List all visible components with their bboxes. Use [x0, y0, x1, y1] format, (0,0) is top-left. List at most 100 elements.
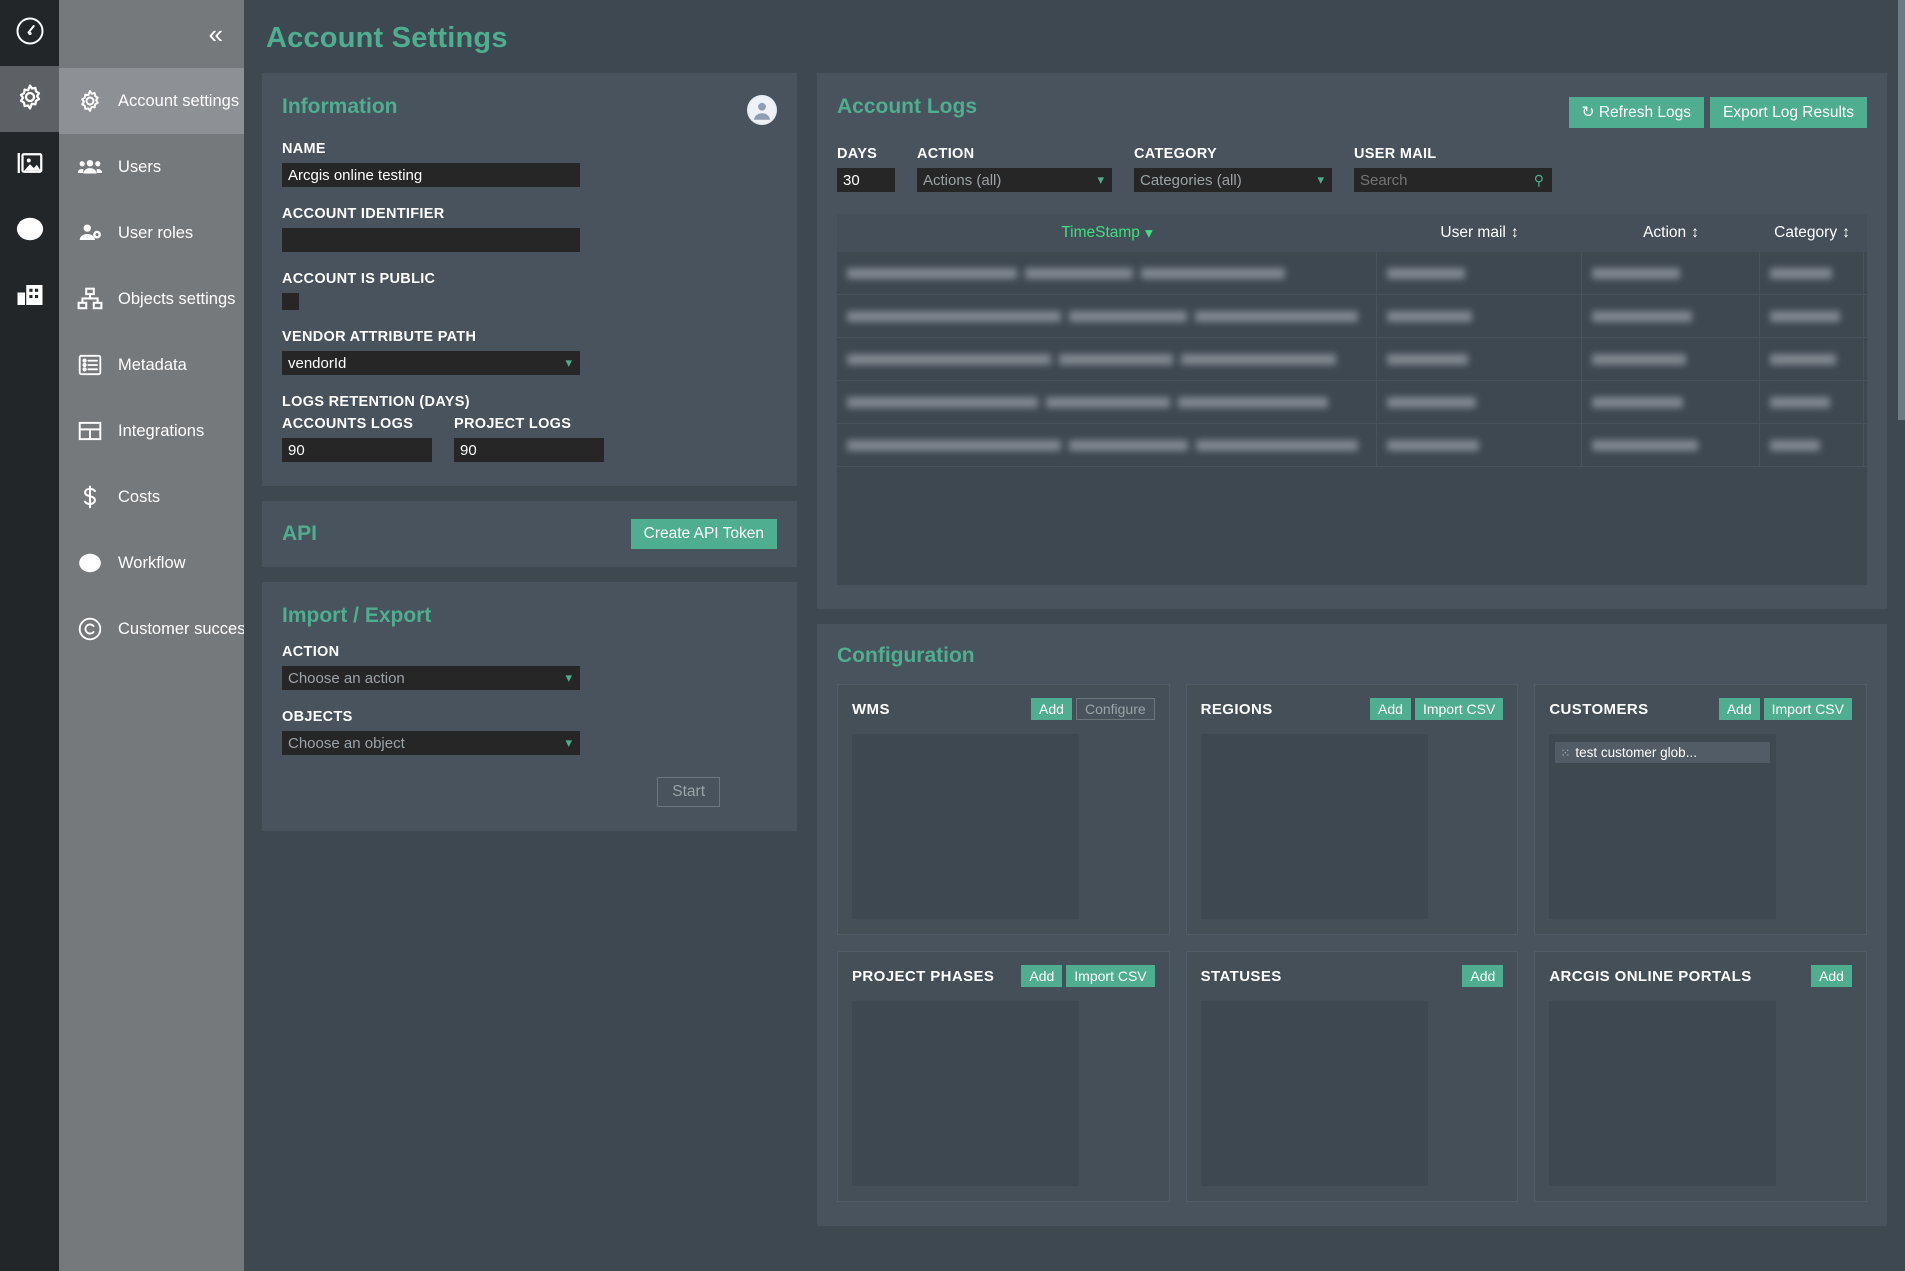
create-api-token-button[interactable]: Create API Token	[630, 519, 777, 549]
redacted-text	[1770, 396, 1830, 408]
add-button[interactable]: Add	[1718, 698, 1760, 720]
import-csv-button[interactable]: Import CSV	[1414, 698, 1504, 720]
table-row[interactable]	[837, 338, 1867, 381]
sort-icon: ↕	[1691, 224, 1699, 241]
scrollbar-thumb[interactable]	[1898, 0, 1905, 420]
vendor-attribute-path-select[interactable]: vendorId ▾	[282, 351, 580, 375]
sidebar-item-objects-settings[interactable]: Objects settings	[59, 266, 244, 332]
table-cell	[1377, 252, 1582, 294]
name-label: NAME	[282, 141, 326, 157]
ie-objects-select[interactable]: Choose an object ▾	[282, 731, 580, 755]
sidebar-item-label: Users	[118, 157, 162, 176]
collapse-sidebar-button[interactable]: «	[209, 21, 224, 47]
config-card-header: STATUSES Add	[1201, 965, 1504, 987]
configure-button[interactable]: Configure	[1075, 698, 1155, 720]
table-row[interactable]	[837, 381, 1867, 424]
sidebar-item-label: Account settings	[118, 91, 240, 110]
redacted-text	[1387, 310, 1472, 322]
rail-item-workflow[interactable]	[0, 198, 59, 264]
name-input[interactable]	[282, 163, 580, 187]
sidebar-item-account-settings[interactable]: Account settings	[59, 68, 244, 134]
redacted-text	[1181, 353, 1336, 365]
list-item[interactable]: ⁙ test customer glob...	[1555, 742, 1771, 763]
table-cell	[1582, 381, 1760, 423]
copyright-icon	[76, 615, 104, 643]
import-csv-button[interactable]: Import CSV	[1763, 698, 1852, 720]
search-icon[interactable]: ⚲	[1534, 172, 1544, 189]
redacted-text	[1592, 267, 1680, 279]
sidebar-item-user-roles[interactable]: User roles	[59, 200, 244, 266]
chevron-down-icon: ▾	[1097, 172, 1104, 187]
table-cell	[1582, 295, 1760, 337]
sidebar-item-integrations[interactable]: Integrations	[59, 398, 244, 464]
table-cell	[1760, 338, 1864, 380]
right-column: Account Logs ↻ Refresh Logs Export Log R…	[817, 73, 1887, 1241]
redacted-text	[1178, 396, 1328, 408]
grid-icon	[76, 417, 104, 445]
rail-item-organization[interactable]	[0, 264, 59, 330]
redacted-text	[847, 396, 1038, 408]
project-logs-input[interactable]	[454, 438, 604, 462]
drag-handle-icon[interactable]: ⁙	[1560, 746, 1570, 760]
export-log-results-button[interactable]: Export Log Results	[1710, 97, 1867, 128]
accounts-logs-input[interactable]	[282, 438, 432, 462]
add-button[interactable]: Add	[1811, 965, 1852, 987]
accounts-logs-label: ACCOUNTS LOGS	[282, 416, 414, 432]
avatar[interactable]	[747, 95, 777, 125]
account-is-public-checkbox[interactable]	[282, 293, 299, 310]
sidebar-item-workflow[interactable]: Workflow	[59, 530, 244, 596]
table-row[interactable]	[837, 252, 1867, 295]
logs-action-label: ACTION	[917, 146, 975, 162]
add-button[interactable]: Add	[1370, 698, 1411, 720]
table-row[interactable]	[837, 295, 1867, 338]
sidebar-item-costs[interactable]: Costs	[59, 464, 244, 530]
rail-item-dashboard[interactable]	[0, 0, 59, 66]
table-row[interactable]	[837, 424, 1867, 467]
list-icon	[76, 351, 104, 379]
information-card: Information NAME ACCOUNT IDENTIFIER ACCO…	[262, 73, 797, 486]
days-input[interactable]	[837, 168, 895, 192]
api-title: API	[282, 522, 318, 545]
rail-item-media[interactable]	[0, 132, 59, 198]
config-card-arcgis-online-portals: ARCGIS ONLINE PORTALS Add	[1534, 951, 1867, 1202]
column-header-timestamp[interactable]: TimeStamp ▾	[837, 214, 1377, 252]
column-header-category[interactable]: Category ↕	[1760, 214, 1864, 252]
add-button[interactable]: Add	[1021, 965, 1063, 987]
add-button[interactable]: Add	[1031, 698, 1072, 720]
redacted-text	[1770, 310, 1840, 322]
logs-table: TimeStamp ▾ User mail ↕ Action ↕ Categor…	[837, 214, 1867, 585]
config-card-project-phases: PROJECT PHASES Add Import CSV	[837, 951, 1170, 1202]
column-header-user-mail-label: User mail	[1440, 224, 1506, 241]
account-identifier-input[interactable]	[282, 228, 580, 252]
add-button[interactable]: Add	[1462, 965, 1504, 987]
sort-desc-icon: ▾	[1144, 224, 1153, 242]
logs-action-select[interactable]: Actions (all) ▾	[917, 168, 1112, 192]
vertical-scrollbar[interactable]	[1898, 0, 1905, 1271]
refresh-logs-button[interactable]: ↻ Refresh Logs	[1568, 97, 1705, 128]
config-card-title: PROJECT PHASES	[852, 967, 995, 985]
user-mail-search-input[interactable]	[1360, 168, 1546, 192]
configuration-grid: WMS Add Configure REGIONS Add Import CSV CUSTO…	[837, 684, 1867, 1202]
start-button[interactable]: Start	[657, 777, 720, 807]
icon-rail	[0, 0, 59, 1271]
column-header-user-mail[interactable]: User mail ↕	[1377, 214, 1582, 252]
sidebar-item-label: Metadata	[118, 355, 187, 374]
table-cell	[1582, 424, 1760, 466]
sidebar-item-customer-success[interactable]: Customer success	[59, 596, 254, 662]
ie-action-select[interactable]: Choose an action ▾	[282, 666, 580, 690]
rail-item-settings[interactable]	[0, 66, 59, 132]
sidebar-item-metadata[interactable]: Metadata	[59, 332, 244, 398]
sidebar-item-users[interactable]: Users	[59, 134, 244, 200]
logs-category-select[interactable]: Categories (all) ▾	[1134, 168, 1332, 192]
ie-action-label: ACTION	[282, 644, 340, 660]
sort-icon: ↕	[1842, 224, 1850, 241]
list-item-label: test customer glob...	[1575, 745, 1697, 760]
account-identifier-label: ACCOUNT IDENTIFIER	[282, 206, 445, 222]
column-header-action[interactable]: Action ↕	[1582, 214, 1760, 252]
config-card-list	[852, 734, 1079, 919]
config-card-title: ARCGIS ONLINE PORTALS	[1549, 967, 1752, 985]
redacted-text	[1387, 396, 1476, 408]
import-csv-button[interactable]: Import CSV	[1066, 965, 1155, 987]
vendor-attribute-path-value: vendorId	[288, 354, 347, 372]
project-logs-label: PROJECT LOGS	[454, 416, 572, 432]
